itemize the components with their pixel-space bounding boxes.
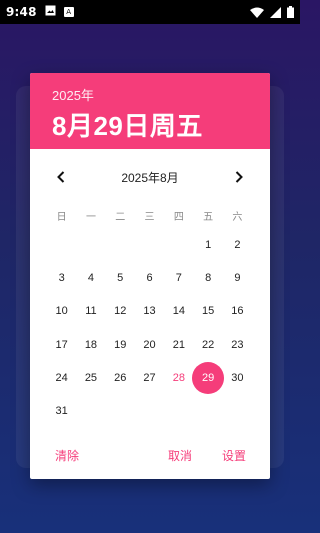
day-number: 29 [202, 371, 215, 384]
status-bar: 9:48 A [0, 0, 300, 24]
set-button[interactable]: 设置 [222, 447, 246, 464]
day-number: 9 [234, 271, 241, 284]
empty-day-cell [76, 228, 105, 261]
day-number: 12 [114, 305, 127, 318]
day-number: 17 [55, 338, 68, 351]
day-number: 11 [85, 305, 97, 318]
day-number: 22 [202, 338, 215, 351]
day-cell[interactable]: 30 [223, 361, 252, 394]
day-cell[interactable]: 4 [76, 261, 105, 294]
clear-button[interactable]: 清除 [55, 447, 79, 464]
battery-icon [287, 6, 294, 18]
weekday-label: 三 [144, 211, 155, 223]
day-cell[interactable]: 16 [223, 295, 252, 328]
day-cell[interactable]: 9 [223, 261, 252, 294]
day-cell[interactable]: 29 [193, 361, 222, 394]
month-title: 2025年8月 [121, 170, 179, 185]
day-number: 18 [84, 338, 98, 351]
a-box-icon: A [63, 7, 74, 17]
previous-month-button[interactable] [47, 163, 75, 191]
cancel-button[interactable]: 取消 [168, 447, 192, 464]
status-time: 9:48 [6, 5, 37, 19]
day-number: 23 [231, 338, 244, 351]
weekday-label: 四 [173, 211, 184, 223]
day-number: 6 [146, 271, 153, 284]
next-month-button[interactable] [225, 163, 253, 191]
day-number: 1 [205, 238, 212, 251]
day-cell[interactable]: 25 [76, 361, 105, 394]
day-number: 28 [172, 371, 185, 384]
day-number: 26 [114, 371, 127, 384]
day-number: 14 [172, 305, 185, 318]
wifi-icon [250, 7, 264, 18]
weekday-label: 六 [232, 211, 243, 223]
day-number: 25 [84, 371, 98, 384]
day-number: 19 [114, 338, 127, 351]
day-cell[interactable]: 2 [223, 228, 252, 261]
month-navigation: 2025年8月 [30, 149, 270, 205]
dialog-header: 2025年 8月29日周五 [30, 73, 270, 149]
day-cell[interactable]: 3 [47, 261, 76, 294]
day-number: 24 [55, 371, 68, 384]
date-picker-dialog: 2025年 8月29日周五 2025年8月 日一二三四五六 1234567891… [30, 73, 270, 479]
empty-day-cell [47, 228, 76, 261]
day-cell[interactable]: 31 [47, 394, 76, 427]
day-number: 27 [143, 371, 156, 384]
day-number: 10 [55, 305, 68, 318]
day-cell[interactable]: 24 [47, 361, 76, 394]
day-number: 16 [231, 305, 244, 318]
day-number: 5 [117, 271, 124, 284]
day-cell[interactable]: 17 [47, 328, 76, 361]
day-cell[interactable]: 14 [164, 295, 193, 328]
header-year[interactable]: 2025年 [52, 85, 270, 104]
day-cell[interactable]: 19 [106, 328, 135, 361]
day-number: 3 [58, 271, 65, 284]
weekday-label: 一 [85, 211, 96, 223]
day-number: 7 [175, 271, 182, 284]
day-cell[interactable]: 13 [135, 295, 164, 328]
day-number: 30 [231, 371, 244, 384]
day-cell[interactable]: 11 [76, 295, 105, 328]
day-number: 31 [55, 405, 68, 418]
weekday-header: 日一二三四五六 [30, 205, 270, 225]
day-cell[interactable]: 10 [47, 295, 76, 328]
empty-day-cell [164, 228, 193, 261]
day-cell[interactable]: 1 [193, 228, 222, 261]
header-date[interactable]: 8月29日周五 [52, 106, 270, 143]
dialog-actions: 清除 取消 设置 [30, 433, 270, 479]
day-cell[interactable]: 12 [106, 295, 135, 328]
day-number: 2 [234, 238, 241, 251]
empty-day-cell [106, 228, 135, 261]
day-number: 8 [205, 271, 212, 284]
day-cell[interactable]: 5 [106, 261, 135, 294]
weekday-label: 五 [203, 211, 214, 223]
chevron-right-icon [235, 171, 243, 183]
image-icon [45, 5, 56, 19]
day-cell[interactable]: 8 [193, 261, 222, 294]
day-cell[interactable]: 6 [135, 261, 164, 294]
day-number: 20 [143, 338, 156, 351]
day-cell[interactable]: 27 [135, 361, 164, 394]
day-number: 15 [202, 305, 215, 318]
day-number: 4 [87, 271, 94, 284]
signal-icon [270, 6, 281, 18]
day-cell[interactable]: 7 [164, 261, 193, 294]
day-cell[interactable]: 22 [193, 328, 222, 361]
day-number: 21 [172, 338, 185, 351]
days-grid: 1 2 3 4 5 6 7 8 9 10 11 12 13 14 15 16 17 18 19 20 21 22 23 24 2… [30, 228, 270, 428]
day-cell[interactable]: 21 [164, 328, 193, 361]
day-cell[interactable]: 18 [76, 328, 105, 361]
weekday-label: 日 [56, 211, 67, 223]
day-cell[interactable]: 26 [106, 361, 135, 394]
day-cell[interactable]: 28 [164, 361, 193, 394]
weekday-label: 二 [115, 211, 126, 223]
empty-day-cell [135, 228, 164, 261]
chevron-left-icon [57, 171, 65, 183]
day-cell[interactable]: 20 [135, 328, 164, 361]
day-number: 13 [143, 305, 156, 318]
day-cell[interactable]: 23 [223, 328, 252, 361]
day-cell[interactable]: 15 [193, 295, 222, 328]
